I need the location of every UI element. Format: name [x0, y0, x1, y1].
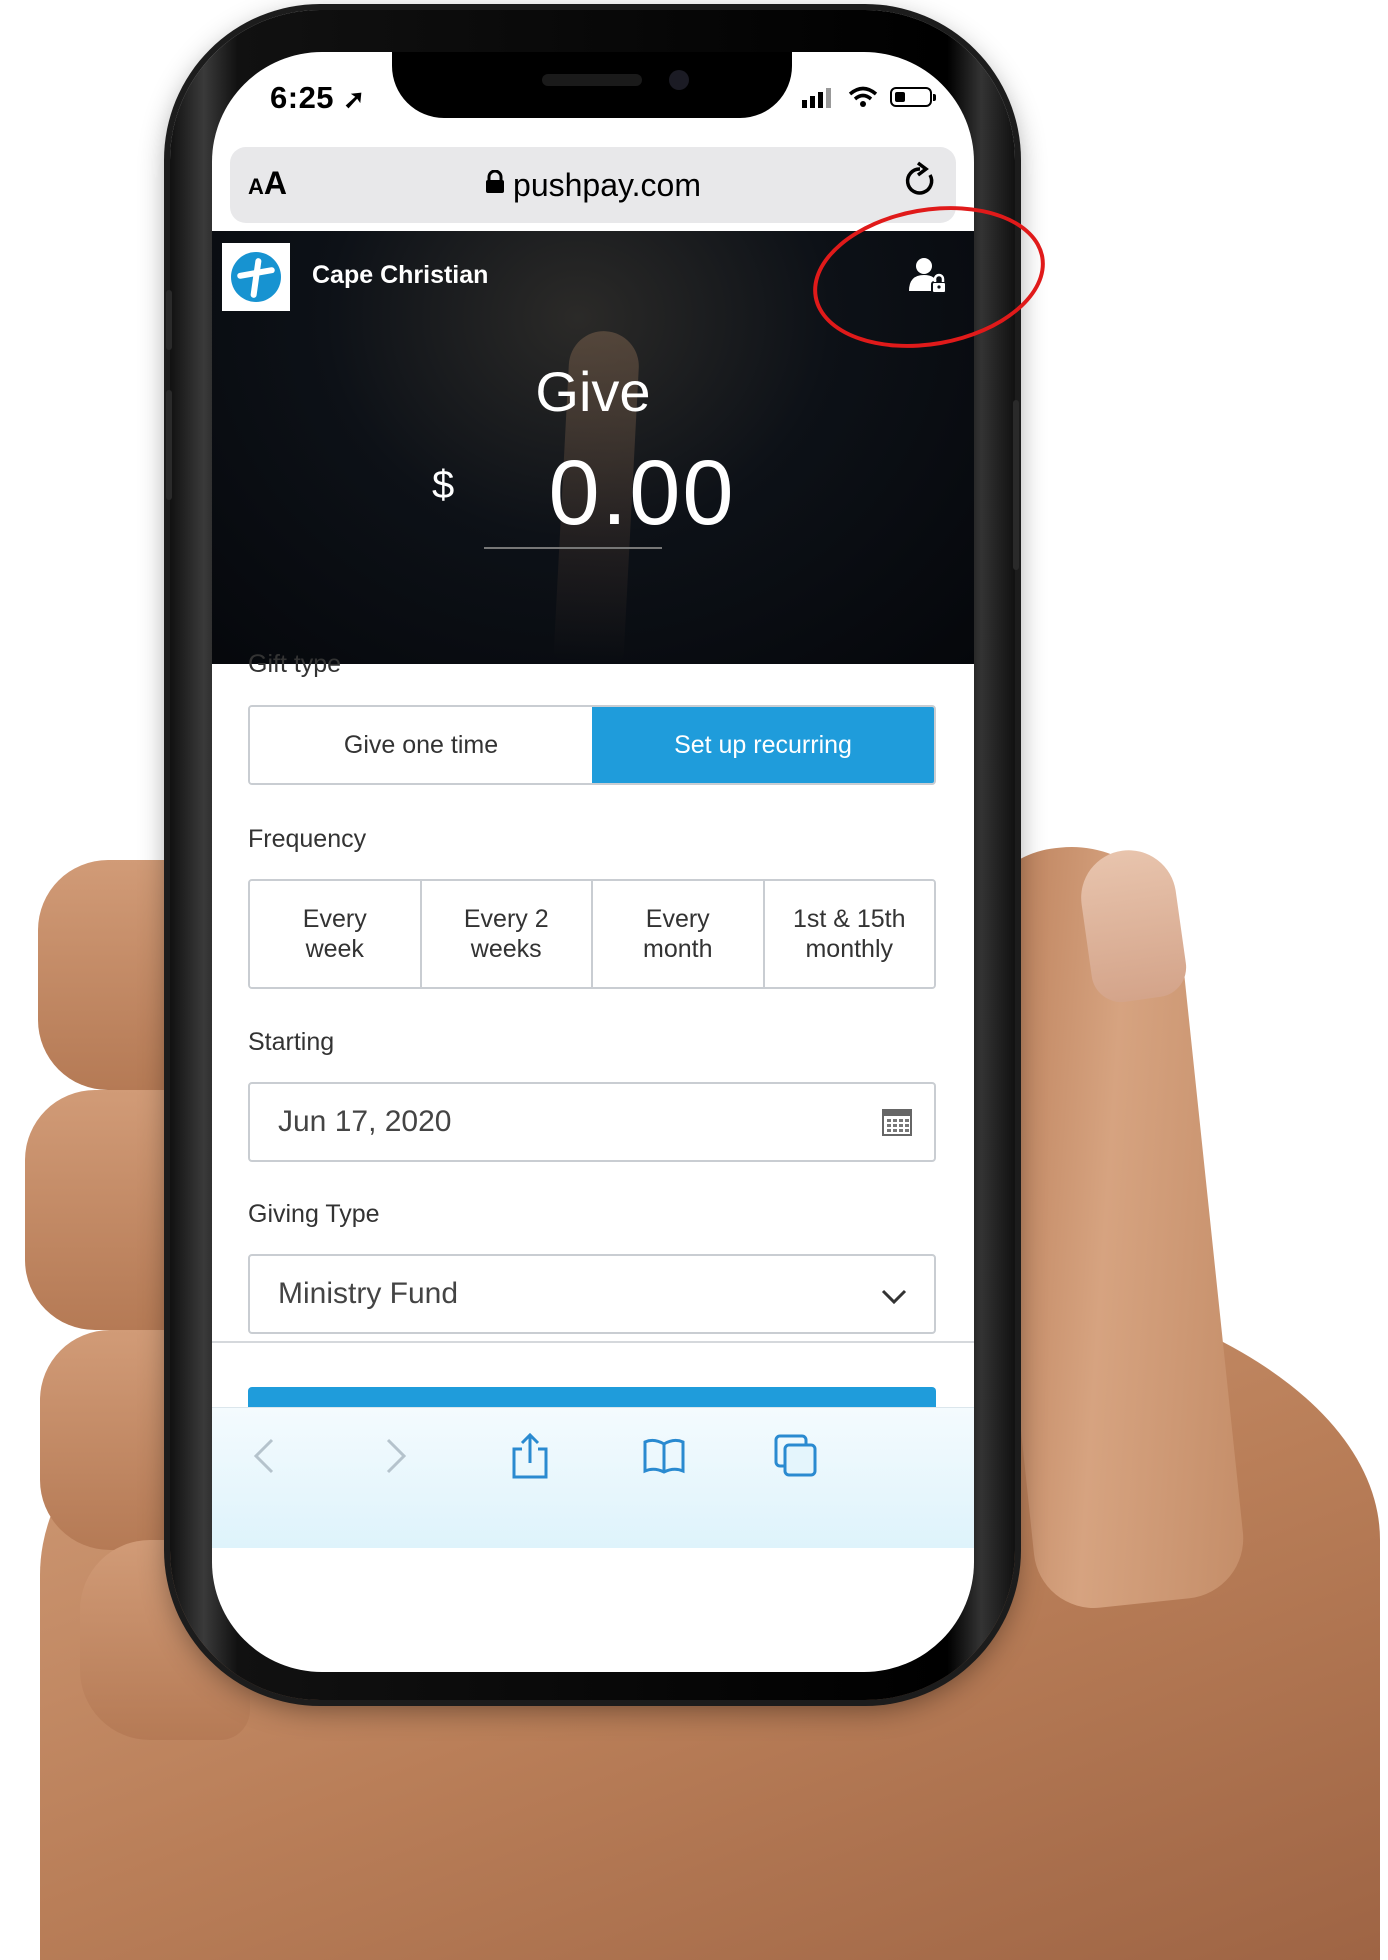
location-arrow-icon: ➚: [343, 84, 366, 114]
org-logo: [222, 243, 290, 311]
url-text: pushpay.com: [513, 167, 701, 203]
giving-type-label: Giving Type: [248, 1200, 380, 1228]
address-bar[interactable]: AA pushpay.com: [230, 147, 956, 223]
frequency-option-line: Every 2: [463, 905, 549, 933]
status-icons: [802, 82, 936, 112]
tabs-icon[interactable]: [772, 1432, 820, 1480]
account-lock-icon[interactable]: [906, 255, 950, 299]
camera: [669, 70, 689, 90]
amount-underline: [484, 547, 662, 549]
starting-date-value: Jun 17, 2020: [278, 1105, 452, 1138]
starting-label: Starting: [248, 1028, 335, 1056]
battery-icon: [890, 87, 936, 107]
starting-date-field[interactable]: Jun 17, 2020: [248, 1082, 936, 1162]
frequency-option-line: week: [305, 935, 364, 963]
frequency-option-line: month: [643, 935, 713, 963]
url-display[interactable]: pushpay.com: [230, 167, 956, 204]
back-icon[interactable]: [240, 1432, 288, 1480]
cross-logo-icon: [231, 252, 281, 302]
frequency-every-2-weeks[interactable]: Every 2 weeks: [419, 881, 591, 987]
frequency-every-week[interactable]: Every week: [250, 881, 420, 987]
lock-icon: [485, 169, 505, 201]
frequency-option-line: weeks: [470, 935, 542, 963]
frequency-option-line: monthly: [805, 935, 894, 963]
frequency-label: Frequency: [248, 825, 367, 853]
chevron-down-icon: [881, 1289, 907, 1305]
giving-type-value: Ministry Fund: [278, 1277, 459, 1310]
side-button: [166, 290, 172, 350]
notch: [392, 52, 792, 118]
gift-type-label: Gift type: [248, 650, 342, 678]
frequency-option-line: Every: [645, 905, 710, 933]
give-header: Cape Christian Give $ 0.00: [212, 231, 974, 664]
reload-icon[interactable]: [902, 161, 938, 211]
form-divider: [212, 1341, 974, 1343]
share-icon[interactable]: [506, 1432, 554, 1480]
amount-input[interactable]: $ 0.00: [432, 441, 852, 551]
side-button: [1013, 400, 1019, 570]
gift-type-selector: Give one time Set up recurring: [248, 705, 936, 785]
frequency-every-month[interactable]: Every month: [591, 881, 763, 987]
signal-icon: [802, 88, 831, 108]
amount-value: 0.00: [548, 442, 736, 544]
frequency-1st-15th-monthly[interactable]: 1st & 15th monthly: [762, 881, 934, 987]
frequency-selector: Every week Every 2 weeks Every month 1st & …: [248, 879, 936, 989]
forward-icon[interactable]: [372, 1432, 420, 1480]
page-title: Give: [535, 360, 651, 423]
phone-screen: 6:25 ➚ AA pushpay.com Cape Christian Giv…: [212, 52, 974, 1672]
browser-toolbar: [212, 1407, 974, 1548]
side-button: [166, 390, 172, 500]
wifi-icon: [848, 86, 878, 107]
submit-button[interactable]: [248, 1387, 936, 1407]
calendar-icon[interactable]: [882, 1106, 912, 1136]
org-name: Cape Christian: [312, 261, 489, 289]
gift-type-one-time[interactable]: Give one time: [250, 707, 592, 783]
thumb-nail: [1075, 844, 1190, 1006]
giving-type-select[interactable]: Ministry Fund: [248, 1254, 936, 1334]
speaker: [542, 74, 642, 86]
frequency-option-line: 1st & 15th: [792, 905, 906, 933]
status-time-text: 6:25: [270, 80, 335, 115]
status-time: 6:25 ➚: [270, 80, 365, 116]
gift-type-recurring[interactable]: Set up recurring: [592, 707, 934, 783]
frequency-option-line: Every: [302, 905, 367, 933]
bookmarks-icon[interactable]: [640, 1432, 688, 1480]
